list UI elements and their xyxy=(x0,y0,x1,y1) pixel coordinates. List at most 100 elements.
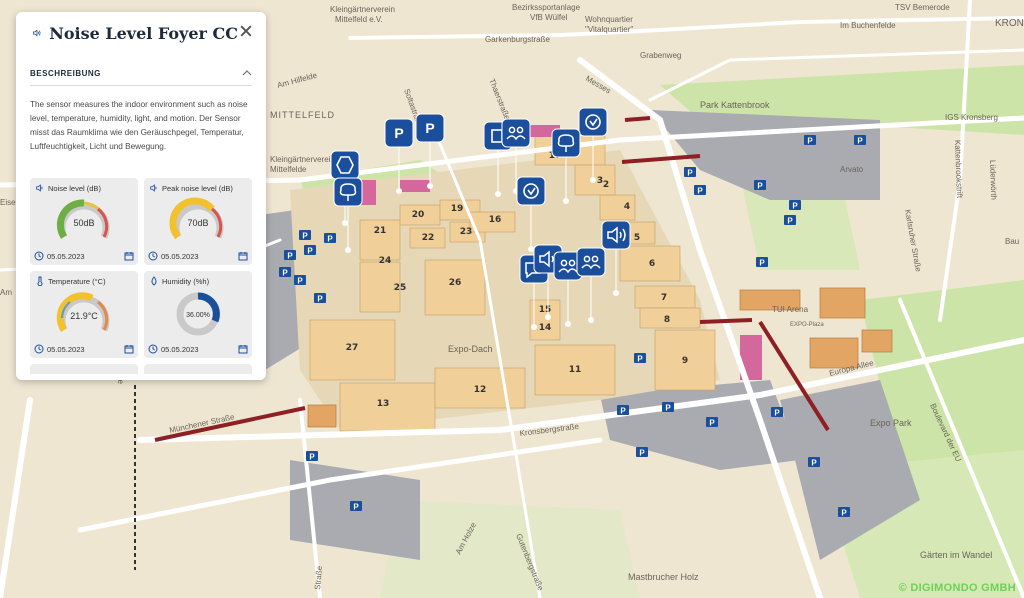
svg-text:P: P xyxy=(792,202,798,211)
svg-text:2: 2 xyxy=(603,180,609,190)
svg-text:14: 14 xyxy=(539,323,552,333)
svg-text:16: 16 xyxy=(489,215,502,225)
panel-title: Noise Level Foyer CC xyxy=(49,23,238,43)
parking-marker[interactable]: P xyxy=(304,245,316,256)
chevron-up-icon xyxy=(242,70,252,76)
svg-text:P: P xyxy=(857,137,863,146)
metric-card-noise: Noise level (dB) 50dB 05.05.2023 xyxy=(30,178,138,265)
svg-text:VfB Wülfel: VfB Wülfel xyxy=(530,13,568,22)
parking-marker[interactable]: P xyxy=(306,451,318,462)
parking-marker[interactable]: P xyxy=(838,507,850,518)
parking-marker[interactable]: P xyxy=(854,135,866,146)
svg-text:P: P xyxy=(639,449,645,458)
parking-marker[interactable]: P xyxy=(350,501,362,512)
parking-marker[interactable]: P xyxy=(617,405,629,416)
svg-text:P: P xyxy=(774,409,780,418)
calendar-icon[interactable] xyxy=(238,251,248,261)
card-title: Peak noise level (dB) xyxy=(162,183,233,193)
svg-text:P: P xyxy=(302,232,308,241)
parking-marker[interactable]: P xyxy=(789,200,801,211)
parking-marker[interactable]: P xyxy=(636,447,648,458)
svg-text:P: P xyxy=(665,404,671,413)
parking-marker[interactable]: P xyxy=(784,215,796,226)
parking-marker[interactable]: P xyxy=(804,135,816,146)
card-title: Noise level (dB) xyxy=(48,183,101,193)
svg-text:Lüderwörth: Lüderwörth xyxy=(988,160,998,200)
svg-text:5: 5 xyxy=(634,233,640,243)
speaker-icon xyxy=(36,184,43,192)
svg-text:9: 9 xyxy=(682,356,688,366)
svg-text:P: P xyxy=(394,125,403,141)
svg-text:P: P xyxy=(353,503,359,512)
svg-text:P: P xyxy=(425,120,434,136)
description-section-toggle[interactable]: BESCHREIBUNG xyxy=(30,68,252,86)
svg-text:TUI Arena: TUI Arena xyxy=(772,305,809,314)
parking-marker[interactable]: P xyxy=(634,353,646,364)
temperature-gauge: 21.9°C xyxy=(56,292,110,332)
calendar-icon[interactable] xyxy=(238,344,248,354)
svg-text:P: P xyxy=(307,247,313,256)
close-button[interactable] xyxy=(238,23,254,43)
svg-text:P: P xyxy=(811,459,817,468)
parking-marker[interactable]: P xyxy=(754,180,766,191)
svg-text:Eise: Eise xyxy=(0,198,16,207)
parking-icon: P xyxy=(425,120,434,136)
parking-marker[interactable]: P xyxy=(324,233,336,244)
metric-card-peak-noise: Peak noise level (dB) 70dB 05.05.2023 xyxy=(144,178,252,265)
sensor-description: The sensor measures the indoor environme… xyxy=(30,100,248,151)
svg-text:Expo Park: Expo Park xyxy=(870,418,912,428)
parking-marker[interactable]: P xyxy=(314,293,326,304)
parking-marker[interactable]: P xyxy=(684,167,696,178)
svg-text:Mastbrucher Holz: Mastbrucher Holz xyxy=(628,572,699,582)
parking-marker[interactable]: P xyxy=(284,250,296,261)
card-date: 05.05.2023 xyxy=(161,344,199,354)
svg-text:P: P xyxy=(620,407,626,416)
parking-marker[interactable]: P xyxy=(756,257,768,268)
svg-text:Expo-Dach: Expo-Dach xyxy=(448,344,493,354)
svg-text:25: 25 xyxy=(394,283,407,293)
parking-marker[interactable]: P xyxy=(299,230,311,241)
parking-marker[interactable]: P xyxy=(662,402,674,413)
svg-text:P: P xyxy=(309,453,315,462)
svg-text:P: P xyxy=(807,137,813,146)
metric-card-temperature: Temperature (°C) 21.9°C 05.05.2023 xyxy=(30,271,138,358)
svg-text:11: 11 xyxy=(569,365,582,375)
calendar-icon[interactable] xyxy=(124,251,134,261)
card-date: 05.05.2023 xyxy=(47,344,85,354)
svg-text:IGS Kronsberg: IGS Kronsberg xyxy=(945,113,998,122)
svg-text:20: 20 xyxy=(412,210,425,220)
parking-marker[interactable]: P xyxy=(808,457,820,468)
svg-text:12: 12 xyxy=(474,385,487,395)
parking-marker[interactable]: P xyxy=(294,275,306,286)
parking-marker[interactable]: P xyxy=(694,185,706,196)
svg-text:TSV Bemerode: TSV Bemerode xyxy=(895,3,950,12)
parking-marker[interactable]: P xyxy=(279,267,291,278)
parking-marker[interactable]: P xyxy=(706,417,718,428)
svg-text:P: P xyxy=(297,277,303,286)
metric-cards: Noise level (dB) 50dB 05.05.2023 Peak no… xyxy=(30,178,252,374)
gauge-value: 36.00% xyxy=(186,312,210,319)
svg-text:P: P xyxy=(687,169,693,178)
svg-text:22: 22 xyxy=(422,233,435,243)
section-label: BESCHREIBUNG xyxy=(30,68,101,78)
speaker-icon xyxy=(33,29,41,37)
sensor-detail-panel: Noise Level Foyer CC BESCHREIBUNG The se… xyxy=(16,12,266,380)
clock-icon xyxy=(34,344,44,354)
svg-text:Park Kattenbrook: Park Kattenbrook xyxy=(700,100,770,110)
svg-text:4: 4 xyxy=(624,202,630,212)
parking-icon: P xyxy=(394,125,403,141)
svg-text:Gärten im Wandel: Gärten im Wandel xyxy=(920,550,992,560)
svg-text:MITTELFELD: MITTELFELD xyxy=(270,110,335,120)
svg-text:Grabenweg: Grabenweg xyxy=(640,51,681,60)
svg-text:Im Buchenfelde: Im Buchenfelde xyxy=(840,21,896,30)
clock-icon xyxy=(34,251,44,261)
svg-text:P: P xyxy=(327,235,333,244)
svg-text:Am: Am xyxy=(0,288,12,297)
svg-text:P: P xyxy=(637,355,643,364)
svg-text:27: 27 xyxy=(346,343,359,353)
clock-icon xyxy=(148,251,158,261)
calendar-icon[interactable] xyxy=(124,344,134,354)
card-date: 05.05.2023 xyxy=(47,251,85,261)
parking-marker[interactable]: P xyxy=(771,407,783,418)
svg-text:P: P xyxy=(841,509,847,518)
